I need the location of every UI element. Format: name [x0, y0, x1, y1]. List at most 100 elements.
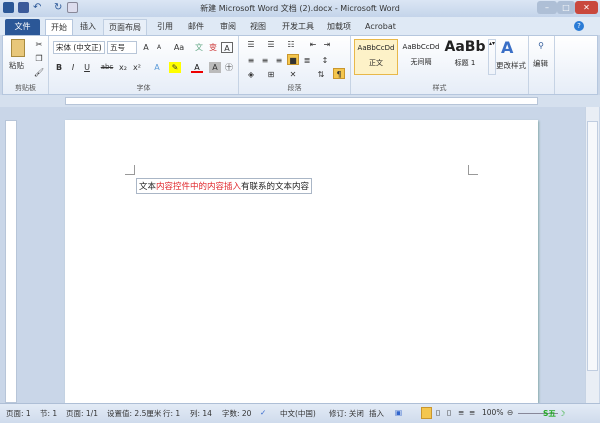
style-heading-1[interactable]: AaBb 标题 1 — [443, 39, 487, 75]
font-size-select[interactable]: 五号 — [107, 41, 137, 54]
maximize-button[interactable]: □ — [557, 1, 575, 14]
tab-view[interactable]: 视图 — [245, 19, 271, 35]
format-painter-icon[interactable]: 🖌 — [33, 67, 45, 78]
shrink-font-button[interactable]: A — [153, 42, 165, 53]
text-prefix: 文本 — [139, 182, 157, 192]
decrease-indent-icon[interactable]: ⇤ — [307, 39, 319, 50]
sort-icon[interactable]: ⇅ — [315, 69, 327, 80]
style-preview: AaBb — [444, 39, 486, 55]
chinese-layout-icon[interactable]: ✕ — [287, 69, 299, 80]
group-label: 段落 — [287, 84, 302, 92]
strikethrough-button[interactable]: abc — [99, 62, 115, 73]
show-marks-icon[interactable]: ¶ — [333, 68, 345, 79]
multilevel-list-icon[interactable]: ☷ — [285, 39, 297, 50]
change-styles-button[interactable]: 更改样式 — [495, 60, 527, 71]
zoom-level[interactable]: 100% — [482, 408, 503, 417]
tab-addins[interactable]: 加载项 — [322, 19, 356, 35]
align-center-icon[interactable]: ≡ — [259, 55, 271, 66]
bold-button[interactable]: B — [53, 62, 65, 73]
minimize-button[interactable]: – — [537, 1, 557, 14]
clear-format-icon[interactable]: 变 — [207, 42, 219, 53]
change-case-button[interactable]: Aa — [171, 42, 187, 53]
ribbon: 粘贴 ✂ ❐ 🖌 剪贴板 宋体 (中文正) 五号 A A Aa 文 变 A B … — [2, 35, 598, 95]
group-label: 样式 — [432, 84, 447, 92]
tab-acrobat[interactable]: Acrobat — [360, 19, 401, 35]
group-font: 宋体 (中文正) 五号 A A Aa 文 变 A B I U abc x₂ x²… — [49, 36, 239, 94]
scroll-thumb[interactable] — [587, 121, 598, 371]
borders-icon[interactable]: ⊞ — [265, 69, 277, 80]
tab-file[interactable]: 文件 — [5, 19, 40, 35]
pinyin-icon[interactable]: 文 — [193, 42, 205, 53]
increase-indent-icon[interactable]: ⇥ — [321, 39, 333, 50]
style-normal[interactable]: AaBbCcDd 正文 — [354, 39, 398, 75]
grow-font-button[interactable]: A — [140, 42, 152, 53]
document-page[interactable] — [65, 120, 538, 403]
paste-button[interactable]: 粘贴 — [9, 60, 24, 71]
tab-page-layout[interactable]: 页面布局 — [103, 19, 147, 35]
close-button[interactable]: ✕ — [575, 1, 598, 14]
text-effects-icon[interactable]: A — [151, 62, 163, 73]
subscript-button[interactable]: x₂ — [117, 62, 129, 73]
vertical-scrollbar[interactable] — [585, 107, 599, 403]
tab-home[interactable]: 开始 — [45, 19, 73, 35]
style-no-spacing[interactable]: AaBbCcDd 无间隔 — [399, 39, 443, 75]
justify-icon[interactable]: ■ — [287, 54, 299, 65]
highlight-icon[interactable]: ✎ — [169, 62, 181, 73]
underline-button[interactable]: U — [81, 62, 93, 73]
tab-review[interactable]: 审阅 — [215, 19, 241, 35]
tab-references[interactable]: 引用 — [152, 19, 178, 35]
group-styles: AaBbCcDd 正文 AaBbCcDd 无间隔 AaBb 标题 1 ▴▾ A … — [351, 36, 529, 94]
char-shading-icon[interactable]: A — [209, 62, 221, 73]
numbering-icon[interactable]: ☰ — [265, 39, 277, 50]
status-page[interactable]: 页面: 1 — [6, 408, 31, 419]
window-title: 新建 Microsoft Word 文档 (2).docx - Microsof… — [200, 4, 400, 13]
web-view-icon[interactable]: ▯ — [447, 408, 451, 417]
copy-icon[interactable]: ❐ — [33, 53, 45, 64]
find-icon[interactable]: ⚲ — [535, 40, 547, 51]
group-paragraph: ☰ ☰ ☷ ⇤ ⇥ ≡ ≡ ≡ ■ ≣ ↕ ◈ ⊞ ✕ ⇅ ¶ 段落 — [239, 36, 351, 94]
tab-mailings[interactable]: 邮件 — [183, 19, 209, 35]
content-control[interactable]: 文本内容控件中的内容插入有联系的文本内容 — [136, 178, 313, 194]
status-line[interactable]: 行: 1 — [163, 408, 180, 419]
horizontal-ruler[interactable] — [0, 95, 600, 107]
tab-developer[interactable]: 开发工具 — [277, 19, 319, 35]
change-styles-icon[interactable]: A — [501, 38, 513, 57]
align-left-icon[interactable]: ≡ — [245, 55, 257, 66]
enclose-char-icon[interactable]: ㊉ — [223, 62, 235, 73]
status-mode[interactable]: 插入 — [369, 408, 384, 419]
vertical-ruler[interactable] — [5, 120, 17, 403]
italic-button[interactable]: I — [67, 62, 79, 73]
draft-view-icon[interactable]: ≡ — [469, 408, 475, 417]
paste-icon[interactable] — [11, 39, 25, 57]
margin-mark — [468, 165, 478, 175]
bullets-icon[interactable]: ☰ — [245, 39, 257, 50]
outline-view-icon[interactable]: ≡ — [458, 408, 464, 417]
shading-icon[interactable]: ◈ — [245, 69, 257, 80]
macro-icon[interactable]: ▣ — [395, 408, 402, 417]
editing-button[interactable]: 编辑 — [533, 58, 548, 69]
zoom-out-icon[interactable]: ⊖ — [507, 408, 513, 417]
status-words[interactable]: 字数: 20 — [222, 408, 251, 419]
superscript-button[interactable]: x² — [131, 62, 143, 73]
cut-icon[interactable]: ✂ — [33, 39, 45, 50]
line-spacing-icon[interactable]: ↕ — [319, 55, 331, 66]
font-color-icon[interactable]: A — [191, 62, 203, 73]
style-name: 标题 1 — [454, 59, 476, 67]
status-section[interactable]: 节: 1 — [40, 408, 57, 419]
distributed-icon[interactable]: ≣ — [301, 55, 313, 66]
status-track-changes[interactable]: 修订: 关闭 — [329, 408, 364, 419]
full-screen-view-icon[interactable]: ▯ — [436, 408, 440, 417]
status-pages[interactable]: 页面: 1/1 — [66, 408, 98, 419]
print-layout-view-icon[interactable] — [421, 407, 432, 419]
status-column[interactable]: 列: 14 — [190, 408, 212, 419]
tab-insert[interactable]: 插入 — [75, 19, 101, 35]
proofing-icon[interactable]: ✓ — [260, 408, 266, 417]
ime-icon[interactable]: S五 ☽ — [543, 408, 565, 419]
help-icon[interactable]: ? — [574, 21, 584, 31]
char-border-icon[interactable]: A — [221, 42, 233, 53]
font-name-select[interactable]: 宋体 (中文正) — [53, 41, 105, 54]
status-position[interactable]: 设置值: 2.5厘米 — [107, 408, 161, 419]
align-right-icon[interactable]: ≡ — [273, 55, 285, 66]
status-language[interactable]: 中文(中国) — [280, 408, 316, 419]
group-editing: ⚲ 编辑 — [529, 36, 555, 94]
